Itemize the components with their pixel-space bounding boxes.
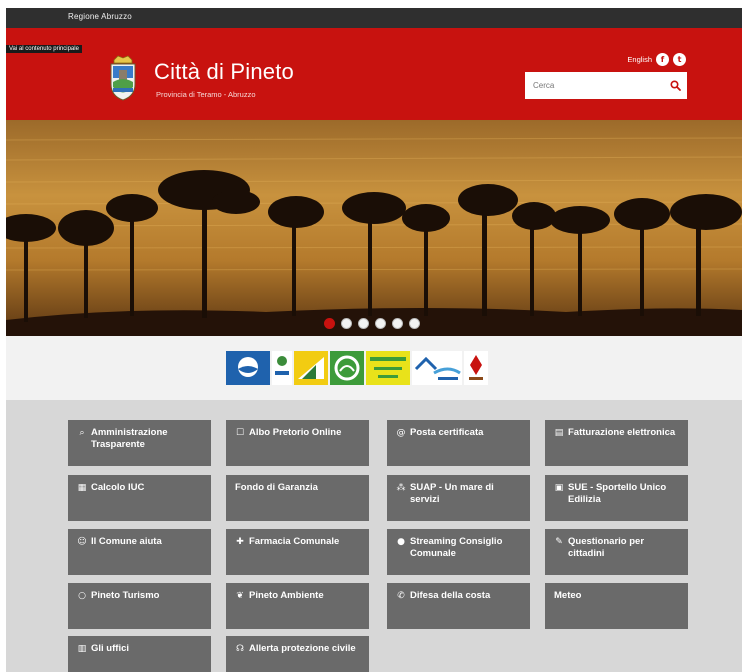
service-tile[interactable]: Fondo di Garanzia — [226, 475, 369, 521]
service-tile-label: Pineto Ambiente — [249, 590, 324, 601]
link-icon: ⁂ — [396, 483, 406, 493]
slide-dot-2[interactable] — [341, 318, 352, 329]
plus-icon: ✚ — [236, 537, 244, 547]
service-tile-label: Albo Pretorio Online — [249, 427, 342, 438]
premio-logo[interactable] — [464, 351, 488, 385]
at-icon: @ — [396, 428, 406, 438]
service-tile-label: Gli uffici — [91, 643, 129, 654]
search-icon — [669, 80, 681, 91]
service-tile-label: Calcolo IUC — [91, 482, 145, 493]
legambiente-logo[interactable] — [330, 351, 364, 385]
services-tile-grid: ⌕ Amministrazione Trasparente ☐ Albo Pretor… — [6, 400, 742, 672]
service-tile[interactable]: ▤ Fatturazione elettronica — [545, 420, 688, 466]
plastic-free-logo[interactable] — [366, 351, 410, 385]
site-header: Vai al contenuto principale Città di Pin… — [6, 28, 742, 120]
building-icon: ▣ — [554, 483, 564, 493]
service-tile-label: Farmacia Comunale — [249, 536, 340, 547]
people-icon: ☺ — [77, 537, 87, 547]
invoice-icon: ▤ — [554, 428, 564, 438]
service-tile[interactable]: ● Streaming Consiglio Comunale — [387, 529, 530, 575]
service-tile[interactable]: ○ Pineto Turismo — [68, 583, 211, 629]
hero-image-pine-trees-sea — [6, 120, 742, 336]
leaf-icon: ❦ — [236, 591, 244, 601]
slide-dot-6[interactable] — [409, 318, 420, 329]
compass-icon: ○ — [78, 591, 86, 601]
bandiera-blu-logo[interactable] — [226, 351, 270, 385]
awards-logo-band — [6, 336, 742, 400]
service-tile[interactable]: ☐ Albo Pretorio Online — [226, 420, 369, 466]
slide-dot-1[interactable] — [324, 318, 335, 329]
signal-icon: ☊ — [236, 644, 244, 654]
service-tile[interactable]: ☊ Allerta protezione civile — [226, 636, 369, 672]
service-tile[interactable]: ❦ Pineto Ambiente — [226, 583, 369, 629]
service-tile-label: Il Comune aiuta — [91, 536, 162, 547]
service-tile-label: Amministrazione Trasparente — [91, 427, 168, 450]
twitter-icon[interactable]: t — [673, 52, 686, 66]
slide-dot-3[interactable] — [358, 318, 369, 329]
top-bar: Regione Abruzzo — [6, 8, 742, 28]
service-tile-label: SUE - Sportello Unico Edilizia — [568, 482, 667, 505]
record-icon: ● — [397, 537, 405, 547]
header-utility: English f t — [627, 51, 686, 67]
service-tile[interactable]: ⌕ Amministrazione Trasparente — [68, 420, 211, 466]
city-crest-icon[interactable] — [106, 54, 140, 102]
service-tile[interactable]: Meteo — [545, 583, 688, 629]
spiagge-logo[interactable] — [272, 351, 292, 385]
search-button[interactable] — [663, 72, 687, 99]
service-tile-label: Questionario per cittadini — [568, 536, 645, 559]
service-tile[interactable]: ⁂ SUAP - Un mare di servizi — [387, 475, 530, 521]
comuni-ricicloni-logo[interactable] — [412, 351, 462, 385]
awards-logo-strip — [226, 350, 488, 386]
site-subtitle: Provincia di Teramo - Abruzzo — [156, 90, 256, 99]
site-title[interactable]: Città di Pineto — [154, 59, 294, 85]
vela-logo[interactable] — [294, 351, 328, 385]
service-tile[interactable]: ✆ Difesa della costa — [387, 583, 530, 629]
search-icon: ⌕ — [79, 428, 85, 438]
service-tile-label: Allerta protezione civile — [249, 643, 356, 654]
office-icon: ▥ — [77, 644, 87, 654]
slideshow-dots — [324, 318, 420, 329]
facebook-icon[interactable]: f — [656, 52, 669, 66]
service-tile-label: Difesa della costa — [410, 590, 491, 601]
service-tile-label: Meteo — [554, 590, 582, 601]
service-tile[interactable]: ✚ Farmacia Comunale — [226, 529, 369, 575]
service-tile[interactable]: @ Posta certificata — [387, 420, 530, 466]
page: Regione Abruzzo Vai al contenuto princip… — [6, 8, 742, 672]
service-tile[interactable]: ▦ Calcolo IUC — [68, 475, 211, 521]
service-tile-label: Fondo di Garanzia — [235, 482, 318, 493]
slide-dot-5[interactable] — [392, 318, 403, 329]
region-link[interactable]: Regione Abruzzo — [68, 12, 132, 21]
service-tile[interactable]: ▣ SUE - Sportello Unico Edilizia — [545, 475, 688, 521]
service-tile[interactable]: ▥ Gli uffici — [68, 636, 211, 672]
service-tile-label: SUAP - Un mare di servizi — [410, 482, 494, 505]
slide-dot-4[interactable] — [375, 318, 386, 329]
service-tile-label: Pineto Turismo — [91, 590, 160, 601]
service-tile[interactable]: ☺ Il Comune aiuta — [68, 529, 211, 575]
search-input[interactable] — [525, 72, 663, 99]
phone-icon: ✆ — [397, 591, 405, 601]
service-tile-label: Fatturazione elettronica — [568, 427, 676, 438]
service-tile-label: Posta certificata — [410, 427, 484, 438]
document-icon: ☐ — [235, 428, 245, 438]
language-link[interactable]: English — [627, 55, 652, 64]
calculator-icon: ▦ — [77, 483, 87, 493]
search-form — [525, 72, 687, 99]
skip-to-content-link[interactable]: Vai al contenuto principale — [6, 45, 82, 53]
service-tile[interactable]: ✎ Questionario per cittadini — [545, 529, 688, 575]
service-tile-label: Streaming Consiglio Comunale — [410, 536, 503, 559]
hero-slideshow[interactable] — [6, 120, 742, 336]
survey-icon: ✎ — [555, 537, 563, 547]
